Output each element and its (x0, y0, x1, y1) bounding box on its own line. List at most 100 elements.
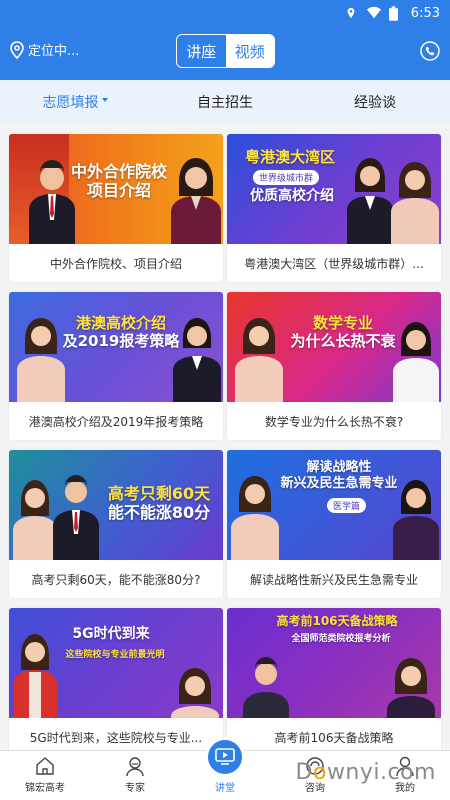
tab-application[interactable]: 志愿填报 (0, 80, 150, 124)
presenter-image (235, 318, 283, 402)
segment-video[interactable]: 视频 (225, 35, 274, 67)
video-grid: 中外合作院校 项目介绍 中外合作院校、项目介绍 粤港澳大湾区 世界级城市群 优质… (0, 124, 450, 750)
presenter-image (347, 158, 393, 244)
location-pin-icon (10, 40, 24, 59)
location-selector[interactable]: 定位中... (10, 40, 79, 59)
tab-label: 经验谈 (354, 95, 396, 111)
video-thumbnail: 中外合作院校 项目介绍 (9, 134, 223, 244)
home-icon (36, 757, 54, 775)
caption-text: 高考只剩60天，能不能涨80分? (31, 572, 201, 587)
video-caption: 5G时代到来，这些院校与专业... (9, 718, 223, 750)
thumbnail-line: 高考只剩60天 (107, 484, 211, 503)
thumbnail-line: 全国师范类院校报考分析 (291, 634, 391, 644)
thumbnail-title: 中外合作院校 项目介绍 (59, 162, 179, 200)
thumbnail-subtitle: 这些院校与专业前景光明 (55, 650, 175, 661)
video-play-icon (215, 748, 235, 765)
thumbnail-title: 数学专业 为什么长热不衰 (283, 314, 403, 350)
video-card[interactable]: 5G时代到来 这些院校与专业前景光明 5G时代到来，这些院校与专业... (9, 608, 223, 750)
battery-icon (388, 6, 403, 21)
status-bar: 6:53 (345, 4, 440, 22)
thumbnail-line: 解读战略性 (306, 460, 372, 475)
video-thumbnail: 5G时代到来 这些院校与专业前景光明 (9, 608, 223, 718)
category-tabs: 志愿填报 自主招生 经验谈 (0, 80, 450, 124)
watermark-text: D (295, 760, 313, 785)
thumbnail-line: 5G时代到来 (72, 626, 150, 642)
presenter-image (393, 322, 439, 402)
expert-icon (126, 757, 144, 777)
thumbnail-subtitle: 全国师范类院校报考分析 (261, 634, 421, 645)
video-card[interactable]: 高考只剩60天 能不能涨80分 高考只剩60天，能不能涨80分? (9, 450, 223, 598)
content-type-toggle: 讲座 视频 (176, 34, 275, 68)
video-thumbnail: 数学专业 为什么长热不衰 (227, 292, 441, 402)
thumbnail-title: 5G时代到来 (51, 626, 171, 643)
watermark-text: o (312, 760, 327, 785)
presenter-image (173, 318, 221, 402)
presenter-image (171, 158, 221, 244)
video-card[interactable]: 高考前106天备战策略 全国师范类院校报考分析 高考前106天备战策略 (227, 608, 441, 750)
thumbnail-title: 高考只剩60天 能不能涨80分 (97, 484, 221, 522)
thumbnail-title: 高考前106天备战策略 (257, 614, 417, 628)
segment-lecture[interactable]: 讲座 (177, 35, 226, 67)
status-time: 6:53 (410, 5, 440, 21)
nav-label: 讲堂 (215, 783, 235, 794)
nav-home[interactable]: 锦宏高考 (0, 751, 90, 800)
nav-label: 锦宏高考 (25, 783, 65, 794)
video-thumbnail: 解读战略性 新兴及民生急需专业 医学篇 (227, 450, 441, 560)
thumbnail-line: 高考前106天备战策略 (276, 614, 398, 628)
presenter-image (243, 657, 289, 718)
presenter-image (393, 480, 439, 560)
nav-lecture-hall[interactable]: 讲堂 (180, 737, 270, 800)
thumbnail-line: 为什么长热不衰 (290, 332, 396, 350)
video-card[interactable]: 解读战略性 新兴及民生急需专业 医学篇 解读战略性新兴及民生急需专业 (227, 450, 441, 598)
tab-experience[interactable]: 经验谈 (300, 80, 450, 124)
presenter-image (391, 162, 439, 244)
video-caption: 粤港澳大湾区（世界级城市群）... (227, 244, 441, 282)
wifi-icon (366, 6, 381, 20)
watermark-text: wnyi.com (326, 760, 436, 785)
caption-text: 粤港澳大湾区（世界级城市群）... (244, 256, 424, 271)
caption-text: 数学专业为什么长热不衰? (264, 414, 404, 429)
app-header: 6:53 定位中... 讲座 视频 (0, 0, 450, 80)
nav-experts[interactable]: 专家 (90, 751, 180, 800)
video-card[interactable]: 数学专业 为什么长热不衰 数学专业为什么长热不衰? (227, 292, 441, 440)
presenter-image (17, 318, 65, 402)
video-card[interactable]: 中外合作院校 项目介绍 中外合作院校、项目介绍 (9, 134, 223, 282)
caption-text: 解读战略性新兴及民生急需专业 (249, 572, 418, 587)
presenter-image (387, 658, 435, 718)
video-card[interactable]: 港澳高校介绍 及2019报考策略 港澳高校介绍及2019年报考策略 (9, 292, 223, 440)
tab-label: 自主招生 (197, 95, 253, 111)
video-thumbnail: 粤港澳大湾区 世界级城市群 优质高校介绍 (227, 134, 441, 244)
tab-independent-admission[interactable]: 自主招生 (150, 80, 300, 124)
lecture-hall-bubble (205, 737, 245, 777)
presenter-image (171, 668, 219, 718)
thumbnail-line: 港澳高校介绍 (75, 314, 166, 332)
caption-text: 港澳高校介绍及2019年报考策略 (28, 414, 204, 429)
location-status-icon (345, 6, 359, 20)
presenter-image (231, 476, 279, 560)
thumbnail-line: 能不能涨80分 (107, 503, 211, 523)
thumbnail-badge: 医学篇 (327, 498, 367, 513)
nav-label: 专家 (125, 783, 145, 794)
thumbnail-line: 项目介绍 (86, 181, 151, 201)
video-card[interactable]: 粤港澳大湾区 世界级城市群 优质高校介绍 粤港澳大湾区（世界级城市群）... (227, 134, 441, 282)
video-thumbnail: 港澳高校介绍 及2019报考策略 (9, 292, 223, 402)
thumbnail-line: 新兴及民生急需专业 (280, 475, 398, 491)
tab-label: 志愿填报 (42, 95, 99, 111)
video-thumbnail: 高考前106天备战策略 全国师范类院校报考分析 (227, 608, 441, 718)
caption-text: 高考前106天备战策略 (274, 730, 394, 745)
watermark: Downyi.com (296, 760, 436, 785)
thumbnail-title: 解读战略性 新兴及民生急需专业 (279, 460, 399, 491)
location-label: 定位中... (28, 44, 80, 59)
thumbnail-line: 数学专业 (312, 314, 373, 332)
phone-icon[interactable] (420, 41, 440, 61)
thumbnail-line: 这些院校与专业前景光明 (65, 650, 165, 660)
caption-text: 中外合作院校、项目介绍 (49, 256, 182, 271)
video-caption: 高考只剩60天，能不能涨80分? (9, 560, 223, 598)
caret-down-icon (101, 98, 108, 102)
video-thumbnail: 高考只剩60天 能不能涨80分 (9, 450, 223, 560)
video-caption: 高考前106天备战策略 (227, 718, 441, 750)
thumbnail-title: 优质高校介绍 (237, 188, 347, 205)
thumbnail-title: 粤港澳大湾区 (235, 148, 345, 166)
video-caption: 数学专业为什么长热不衰? (227, 402, 441, 440)
video-caption: 中外合作院校、项目介绍 (9, 244, 223, 282)
